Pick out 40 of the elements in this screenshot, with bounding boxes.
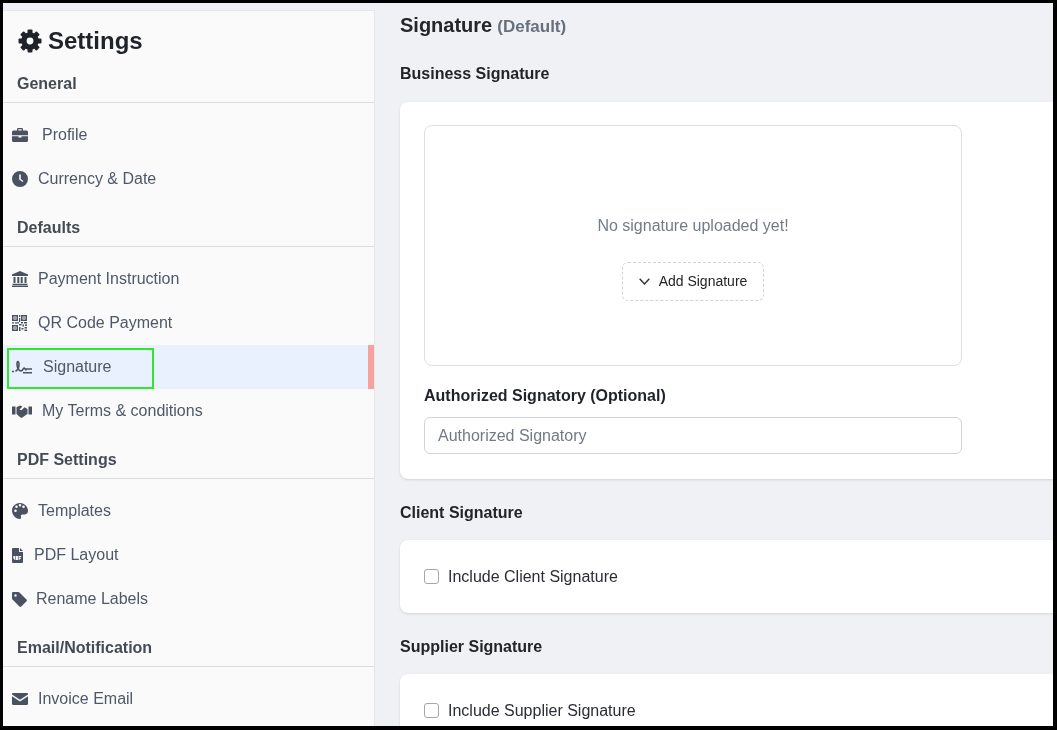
sidebar-item[interactable]: Signature xyxy=(3,345,374,389)
page-title: Signature xyxy=(400,13,493,38)
chevron-down-icon xyxy=(638,278,650,285)
checkbox-label: Include Client Signature xyxy=(448,566,618,587)
page-subtitle: (Default) xyxy=(497,16,567,38)
sidebar-item[interactable]: Rename Labels xyxy=(3,577,374,621)
palette-icon xyxy=(12,503,28,519)
empty-message: No signature uploaded yet! xyxy=(597,216,789,236)
bank-icon xyxy=(12,271,28,287)
checkbox-label: Include Supplier Signature xyxy=(448,700,636,721)
settings-icon xyxy=(18,29,42,53)
checkbox[interactable] xyxy=(424,569,439,584)
clock-icon xyxy=(12,171,28,187)
sidebar-item[interactable]: Payment Instruction xyxy=(3,257,374,301)
add-signature-button[interactable]: Add Signature xyxy=(621,262,765,301)
section-heading: Defaults xyxy=(17,219,81,236)
checkbox[interactable] xyxy=(424,703,439,718)
section-heading: PDF Settings xyxy=(17,451,117,468)
section-heading: General xyxy=(17,75,77,92)
section-heading: Email/Notification xyxy=(17,639,153,656)
envelope-icon xyxy=(12,693,28,705)
sidebar-item[interactable]: Invoice Email xyxy=(3,677,374,721)
signature-icon xyxy=(12,360,32,374)
sidebar-item[interactable]: QR Code Payment xyxy=(3,301,374,345)
tag-icon xyxy=(12,591,27,607)
input-field[interactable]: Authorized Signatory xyxy=(424,417,962,454)
sidebar-title: Settings xyxy=(48,26,143,56)
qr-code-icon xyxy=(12,315,27,331)
sidebar-item[interactable]: My Terms & conditions xyxy=(3,389,374,433)
briefcase-icon xyxy=(12,128,28,142)
sidebar-item[interactable]: PDF Layout xyxy=(3,533,374,577)
section-title: Client Signature xyxy=(400,503,523,523)
section-title: Supplier Signature xyxy=(400,637,543,657)
document-icon xyxy=(12,547,23,563)
handshake-icon xyxy=(12,404,32,418)
sidebar-item[interactable]: Templates xyxy=(3,489,374,533)
section-title: Business Signature xyxy=(400,64,550,84)
sidebar-item[interactable]: Currency & Date xyxy=(3,157,374,201)
sidebar-item[interactable]: Profile xyxy=(3,113,374,157)
field-label: Authorized Signatory (Optional) xyxy=(424,386,666,406)
